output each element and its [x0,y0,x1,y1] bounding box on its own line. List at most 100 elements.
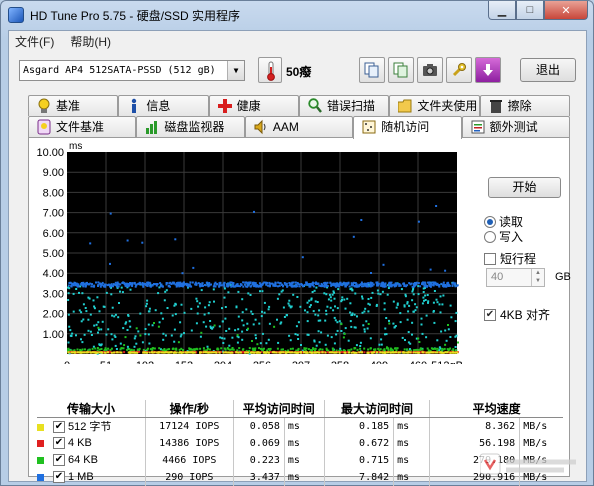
data-point [411,321,414,324]
series-checkbox[interactable]: ✔ [53,471,65,484]
data-point [116,351,119,354]
read-radio[interactable] [484,215,496,228]
data-point [175,351,178,354]
data-point [129,288,132,291]
tab-error-scan[interactable]: 错误扫描 [298,95,390,116]
tab-erase[interactable]: 擦除 [479,95,570,116]
options-button[interactable] [446,57,472,83]
results-row-label[interactable]: ✔ 64 KB [37,452,145,469]
data-point [260,315,263,318]
data-point [321,348,324,351]
tab-benchmark[interactable]: 基准 [28,95,119,116]
data-point [363,282,366,285]
data-point [99,285,102,288]
data-point [328,351,331,354]
menu-file[interactable]: 文件(F) [15,33,54,50]
y-tick-label: 3.00 [43,288,64,300]
data-point [123,282,126,285]
data-point [359,341,362,344]
series-checkbox[interactable]: ✔ [53,421,65,434]
chevron-down-icon[interactable]: ▼ [227,61,244,80]
results-row: ✔ 512 字节 17124 IOPS 0.058 ms 0.185 ms 8.362 MB/s [37,417,563,435]
data-point [236,334,239,337]
data-point [90,285,93,288]
data-point [111,284,114,287]
close-button[interactable]: ✕ [544,1,588,20]
data-point [177,341,180,344]
data-point [326,305,329,308]
write-radio[interactable] [484,230,496,243]
results-row-label[interactable]: ✔ 4 KB [37,435,145,452]
series-checkbox[interactable]: ✔ [53,437,65,450]
tab-file-benchmark[interactable]: 文件基准 [28,116,137,137]
data-point [105,291,108,294]
data-point [384,333,386,336]
data-point [329,306,332,309]
stepper-arrows-icon[interactable]: ▲ ▼ [531,269,544,286]
data-point [139,334,142,337]
data-point [440,282,443,285]
data-point [291,351,294,354]
tab-disk-monitor[interactable]: 磁盘监视器 [136,116,245,137]
data-point [417,220,420,223]
data-point [154,309,157,312]
tab-random-access[interactable]: 随机访问 [353,116,462,139]
data-point [317,319,320,322]
menu-help[interactable]: 帮助(H) [70,33,111,50]
short-stroke-unit: GB [555,271,571,283]
data-point [381,290,384,293]
short-stroke-stepper[interactable]: 40 ▲ ▼ [486,268,545,287]
max-access-unit: ms [393,451,430,469]
short-stroke-option[interactable]: 短行程 [484,250,536,267]
copy-all-button[interactable] [388,57,414,83]
data-point [221,320,224,323]
write-option[interactable]: 写入 [484,228,523,245]
results-row-label[interactable]: ✔ 1 MB [37,469,145,486]
data-point [280,290,283,293]
tab-aam[interactable]: AAM [244,116,354,137]
data-point [213,324,216,327]
data-point [119,283,122,286]
series-checkbox[interactable]: ✔ [53,454,65,467]
align-option[interactable]: ✔ 4KB 对齐 [484,306,550,323]
results-row-label[interactable]: ✔ 512 字节 [37,418,145,435]
screenshot-button[interactable] [417,57,443,83]
data-point [438,346,441,349]
data-point [207,312,210,315]
data-point [93,307,96,310]
data-point [400,288,403,291]
save-button[interactable] [475,57,501,83]
data-point [260,285,263,288]
minimize-button[interactable]: ▁ [488,1,516,20]
data-point [282,351,285,354]
data-point [424,294,427,297]
data-point [338,351,341,354]
copy-info-button[interactable] [359,57,385,83]
tab-health[interactable]: 健康 [208,95,299,116]
data-point [403,351,406,354]
drive-select[interactable]: Asgard AP4 512SATA-PSSD (512 gB) ▼ [19,60,245,81]
data-point [78,291,80,294]
data-point [388,319,390,322]
tab-folder-usage[interactable]: 文件夹使用 [389,95,480,116]
data-point [386,346,388,349]
exit-button[interactable]: 退出 [520,58,576,82]
data-point [240,284,243,286]
data-point [238,347,241,350]
tab-extra-tests[interactable]: 额外测试 [461,116,571,137]
maximize-button[interactable]: □ [516,1,544,20]
data-point [334,282,337,285]
x-tick-label: 512gB [431,360,463,364]
series-color-swatch [37,423,44,431]
data-point [126,348,129,351]
short-stroke-checkbox[interactable] [484,252,496,265]
data-point [369,337,372,340]
data-point [344,307,347,310]
data-point [196,300,199,303]
data-point [237,351,240,354]
align-checkbox[interactable]: ✔ [484,308,496,321]
tab-info[interactable]: 信息 [118,95,209,116]
start-button[interactable]: 开始 [488,177,561,198]
data-point [350,287,353,290]
data-point [261,332,264,335]
